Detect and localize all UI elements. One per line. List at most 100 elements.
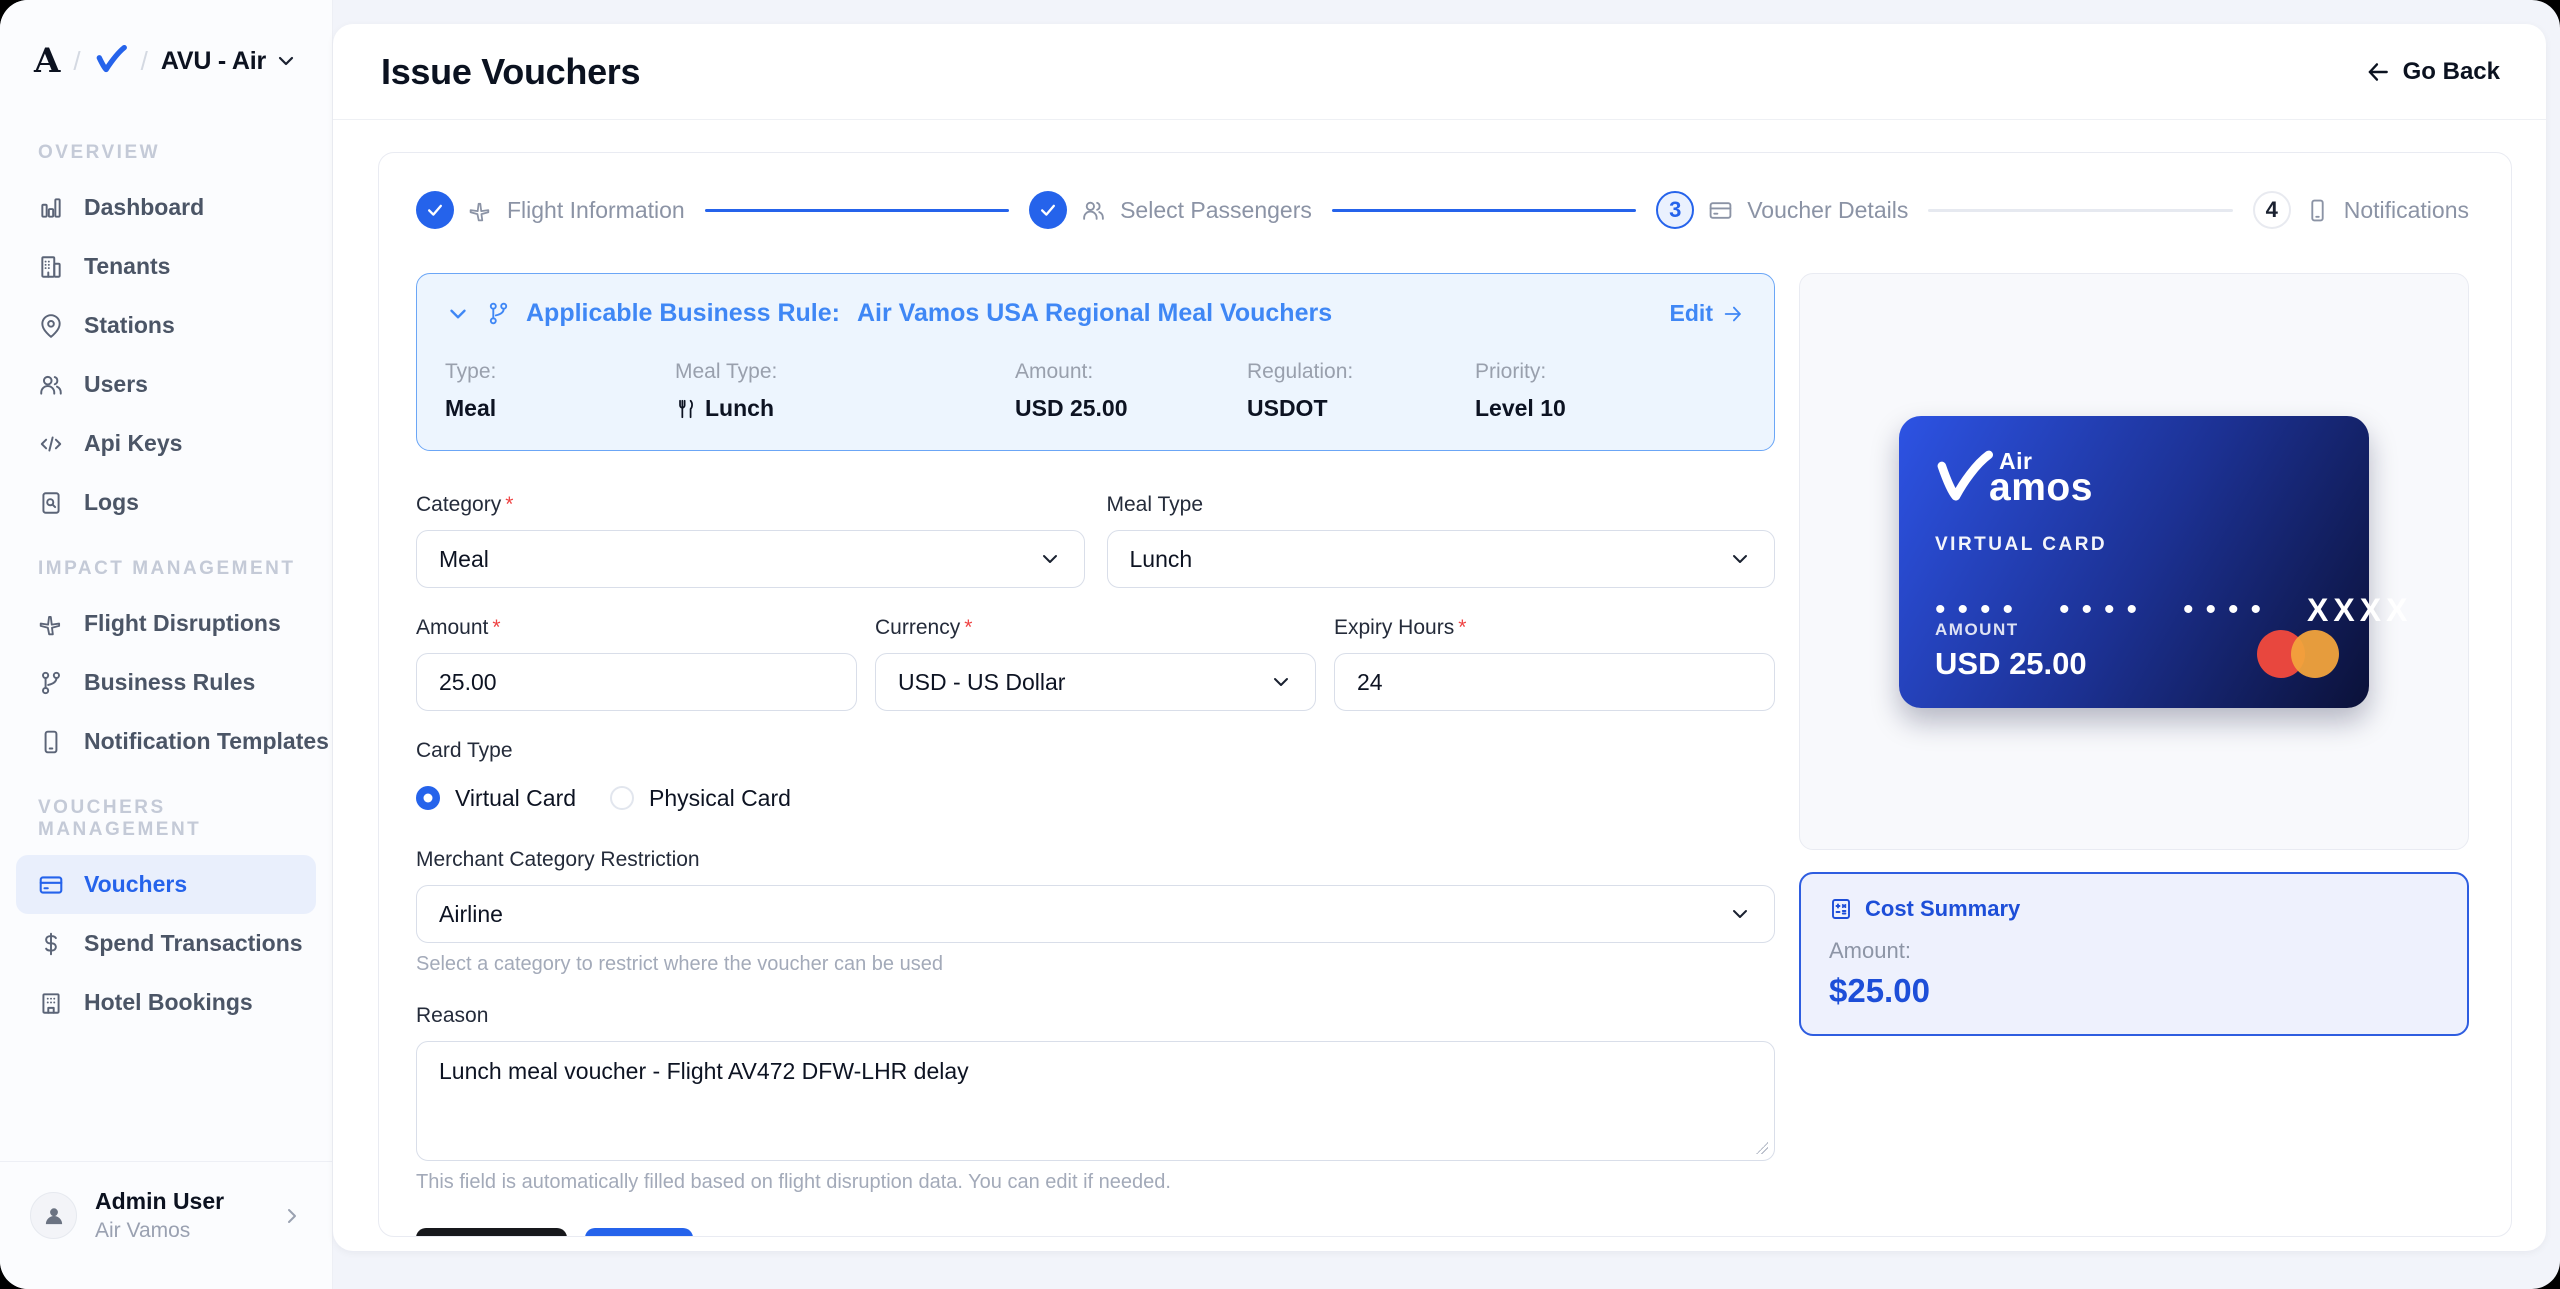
radio-label: Physical Card: [649, 784, 791, 811]
sidebar-item-logs[interactable]: Logs: [0, 473, 332, 532]
rule-field-text: Lunch: [705, 395, 774, 421]
users-icon: [1083, 201, 1104, 220]
radio-label: Virtual Card: [455, 784, 577, 811]
sidebar-item-business-rules[interactable]: Business Rules: [0, 653, 332, 712]
chevron-down-icon: [1733, 555, 1747, 563]
vamos-check-logo: [94, 44, 128, 78]
sidebar-item-label: Logs: [84, 489, 139, 515]
smartphone-icon: [44, 730, 58, 753]
radio-physical-card[interactable]: Physical Card: [610, 785, 791, 812]
dollar-icon: [45, 932, 57, 955]
chevron-down-icon[interactable]: [445, 301, 471, 327]
sidebar-item-hotel-bookings[interactable]: Hotel Bookings: [0, 973, 332, 1032]
step-select-passengers[interactable]: Select Passengers: [1029, 191, 1312, 229]
avatar: [30, 1192, 77, 1239]
virtual-card-subtitle: VIRTUAL CARD: [1935, 533, 2108, 555]
brand-divider: /: [140, 45, 148, 76]
currency-field-group: Currency * USD - US Dollar: [875, 616, 1316, 711]
previous-button[interactable]: Previous: [416, 1228, 568, 1236]
card-type-label: Card Type: [416, 739, 513, 762]
required-mark: *: [964, 616, 973, 639]
category-select[interactable]: Meal: [416, 530, 1085, 588]
step-voucher-details[interactable]: 3 Voucher Details: [1656, 191, 1908, 229]
required-mark: *: [1458, 616, 1467, 639]
card-type-options: Virtual Card Physical Card: [416, 776, 1775, 820]
step-complete-circle: [1029, 191, 1068, 229]
mastercard-orange-circle: [2291, 629, 2339, 678]
voucher-form: Applicable Business Rule: Air Vamos USA …: [416, 273, 1775, 1236]
sidebar-item-label: Business Rules: [84, 669, 256, 695]
go-back-button[interactable]: Go Back: [2365, 58, 2500, 86]
company-logo: A: [34, 41, 61, 81]
workspace-selector[interactable]: AVU - Air: [161, 47, 298, 76]
main-card: Issue Vouchers Go Back Flight Informatio…: [333, 24, 2546, 1251]
user-menu[interactable]: Admin User Air Vamos: [0, 1161, 332, 1289]
brand-divider: /: [73, 45, 81, 76]
rule-field-type: Type: Meal: [445, 360, 675, 422]
rule-field-value: Meal: [445, 395, 497, 421]
masked-last-group: XXXX: [2307, 591, 2413, 628]
step-upcoming-circle: 4: [2252, 191, 2291, 229]
rule-field-label: Amount:: [1015, 360, 1094, 383]
sidebar-item-stations[interactable]: Stations: [0, 296, 332, 355]
sidebar-item-label: Tenants: [84, 253, 171, 279]
stepper: Flight Information Select Passengers 3 V…: [416, 191, 2469, 229]
currency-select[interactable]: USD - US Dollar: [875, 653, 1316, 711]
sidebar-item-label: Dashboard: [84, 194, 205, 220]
sidebar-item-label: Vouchers: [84, 871, 188, 897]
step-current-circle: 3: [1656, 191, 1695, 229]
reason-textarea[interactable]: Lunch meal voucher - Flight AV472 DFW-LH…: [416, 1041, 1775, 1161]
rule-field-value: USD 25.00: [1015, 395, 1128, 421]
sidebar-item-api-keys[interactable]: Api Keys: [0, 414, 332, 473]
sidebar-item-label: Spend Transactions: [84, 930, 303, 956]
users-icon: [40, 375, 62, 395]
plane-icon: [39, 615, 61, 635]
merchant-restriction-label: Merchant Category Restriction: [416, 848, 700, 871]
mastercard-icon: [2257, 629, 2339, 678]
business-rule-panel: Applicable Business Rule: Air Vamos USA …: [416, 273, 1775, 451]
edit-rule-link[interactable]: Edit: [1670, 300, 1744, 327]
amount-input[interactable]: 25.00: [416, 653, 857, 711]
building-icon: [41, 255, 61, 278]
step-label: Notifications: [2343, 196, 2469, 223]
go-back-label: Go Back: [2402, 57, 2500, 85]
check-icon: [1041, 204, 1056, 216]
stepper-connector: [1331, 208, 1637, 212]
edit-label: Edit: [1669, 300, 1713, 326]
wizard-content: Applicable Business Rule: Air Vamos USA …: [416, 273, 2469, 1236]
wizard-buttons: Previous Next: [416, 1228, 1775, 1236]
radio-unselected-icon: [610, 786, 635, 810]
meal-type-value: Lunch: [1129, 545, 1193, 572]
rule-field-meal-type: Meal Type: Lunch: [675, 360, 1015, 422]
main-header: Issue Vouchers Go Back: [333, 24, 2546, 120]
git-branch-icon: [489, 302, 508, 325]
sidebar-item-spend-transactions[interactable]: Spend Transactions: [0, 914, 332, 973]
step-flight-information[interactable]: Flight Information: [416, 191, 685, 229]
sidebar-item-users[interactable]: Users: [0, 355, 332, 414]
meal-type-select[interactable]: Lunch: [1106, 530, 1775, 588]
next-button[interactable]: Next: [585, 1228, 694, 1236]
rule-field-value: Lunch: [675, 395, 1015, 422]
sidebar-item-flight-disruptions[interactable]: Flight Disruptions: [0, 594, 332, 653]
category-label: Category *: [416, 493, 514, 516]
sidebar-item-vouchers[interactable]: Vouchers: [16, 855, 316, 914]
expiry-hours-input[interactable]: 24: [1334, 653, 1775, 711]
radio-virtual-card[interactable]: Virtual Card: [416, 785, 576, 812]
arrow-right-icon: [1724, 306, 1741, 321]
sidebar-item-tenants[interactable]: Tenants: [0, 237, 332, 296]
wizard-panel: Flight Information Select Passengers 3 V…: [378, 152, 2512, 1237]
stepper-connector: [1928, 208, 2233, 212]
step-notifications[interactable]: 4 Notifications: [2252, 191, 2469, 229]
amount-field-group: Amount * 25.00: [416, 616, 857, 711]
amount-label: Amount *: [416, 616, 501, 639]
rule-field-regulation: Regulation: USDOT: [1247, 360, 1475, 422]
business-rule-fields: Type: Meal Meal Type: Lunch Amount: USD …: [445, 360, 1744, 422]
workspace-name: AVU - Air: [160, 46, 267, 75]
section-label-impact: IMPACT MANAGEMENT: [38, 558, 296, 579]
required-mark: *: [505, 493, 514, 516]
merchant-restriction-select[interactable]: Airline: [416, 885, 1775, 943]
sidebar-item-label: Hotel Bookings: [84, 989, 253, 1015]
reason-label: Reason: [416, 1004, 489, 1027]
sidebar-item-dashboard[interactable]: Dashboard: [0, 178, 332, 237]
sidebar-item-notification-templates[interactable]: Notification Templates: [0, 712, 332, 771]
